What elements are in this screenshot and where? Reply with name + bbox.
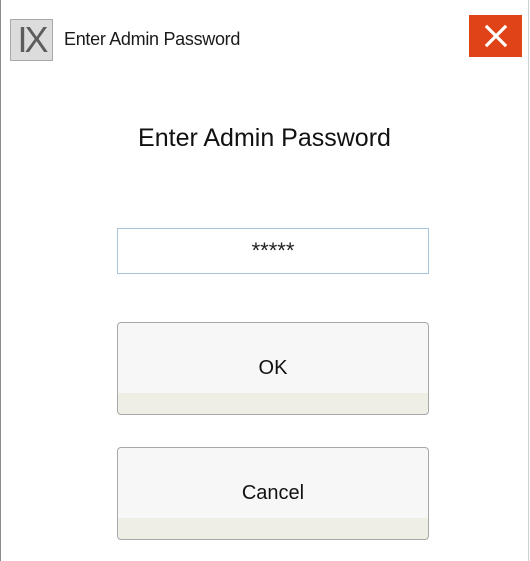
ok-button[interactable]: OK xyxy=(117,322,429,415)
ok-button-label: OK xyxy=(258,357,288,379)
cancel-button[interactable]: Cancel xyxy=(117,447,429,540)
cancel-button-label: Cancel xyxy=(241,482,305,504)
dialog-window: IX Enter Admin Password Enter Admin Pass… xyxy=(0,0,529,561)
close-button[interactable] xyxy=(469,15,522,57)
window-title: Enter Admin Password xyxy=(64,29,241,49)
app-logo-icon: IX xyxy=(10,19,53,61)
password-field[interactable] xyxy=(117,228,429,274)
dialog-heading: Enter Admin Password xyxy=(138,124,391,152)
title-bar: IX Enter Admin Password xyxy=(1,0,528,66)
close-icon xyxy=(484,24,507,48)
